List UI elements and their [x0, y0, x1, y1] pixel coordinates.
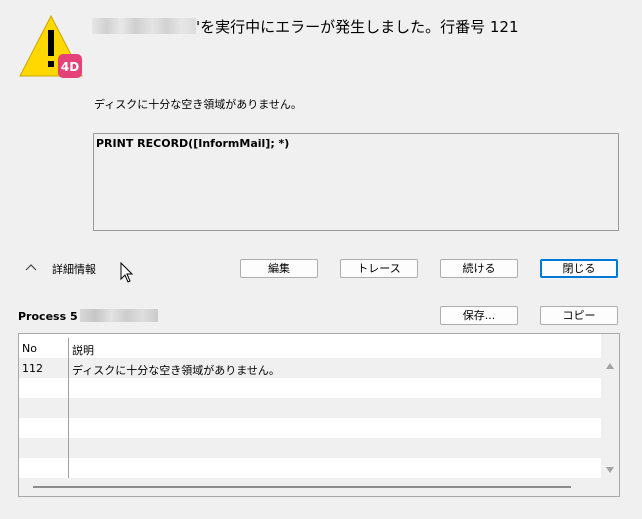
redacted-process-name — [79, 309, 158, 322]
code-box: PRINT RECORD([InformMail]; *) — [93, 133, 619, 231]
row-no: 112 — [22, 362, 43, 375]
table-row — [19, 398, 601, 418]
save-button[interactable]: 保存... — [440, 306, 518, 325]
4d-badge-icon: 4D — [58, 54, 82, 78]
code-statement: PRINT RECORD([InformMail]; *) — [96, 137, 290, 150]
details-toggle[interactable]: 詳細情報 — [24, 260, 114, 278]
copy-button[interactable]: コピー — [540, 306, 618, 325]
details-label: 詳細情報 — [52, 263, 96, 276]
chevron-up-icon — [25, 264, 37, 271]
vertical-scrollbar[interactable] — [601, 334, 619, 478]
horizontal-scroll-thumb[interactable] — [33, 486, 571, 488]
warning-icon: 4D — [19, 14, 83, 78]
error-message: ディスクに十分な空き領域がありません。 — [94, 98, 302, 111]
continue-button[interactable]: 続ける — [440, 259, 518, 278]
close-button[interactable]: 閉じる — [540, 259, 618, 278]
table-header: No 説明 — [19, 338, 601, 358]
scroll-up-icon[interactable] — [606, 363, 614, 369]
svg-text:4D: 4D — [61, 60, 79, 74]
column-header-no[interactable]: No — [22, 342, 37, 355]
table-row — [19, 438, 601, 458]
horizontal-scrollbar[interactable] — [19, 478, 619, 496]
column-header-description[interactable]: 説明 — [72, 342, 94, 358]
redacted-method-name — [92, 18, 196, 34]
mouse-cursor-icon — [120, 262, 134, 283]
table-row[interactable]: 112 ディスクに十分な空き領域がありません。 — [19, 358, 601, 378]
trace-button[interactable]: トレース — [340, 259, 418, 278]
error-title-text: 'を実行中にエラーが発生しました。行番号 121 — [196, 18, 519, 36]
scroll-down-icon[interactable] — [606, 467, 614, 473]
process-label: Process 5 — [18, 309, 158, 323]
process-label-text: Process 5 — [18, 310, 78, 323]
column-divider — [68, 338, 69, 478]
edit-button[interactable]: 編集 — [240, 259, 318, 278]
table-row — [19, 378, 601, 398]
error-table[interactable]: No 説明 112 ディスクに十分な空き領域がありません。 — [18, 333, 620, 497]
table-row — [19, 418, 601, 438]
row-description: ディスクに十分な空き領域がありません。 — [72, 364, 280, 377]
error-title: 'を実行中にエラーが発生しました。行番号 121 — [92, 16, 519, 37]
table-row — [19, 458, 601, 478]
